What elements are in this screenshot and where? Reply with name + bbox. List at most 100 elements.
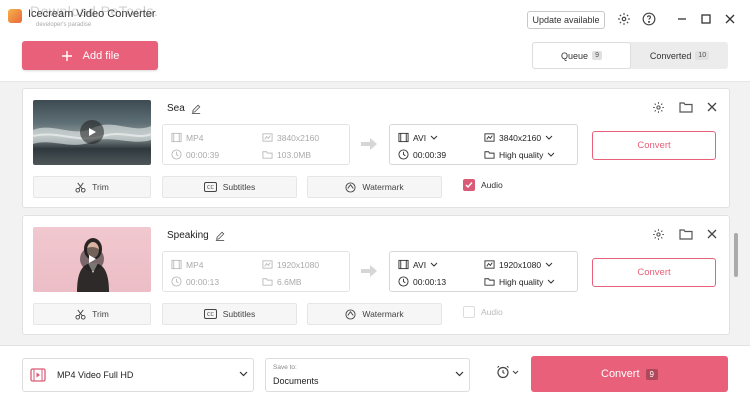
folder-icon	[262, 151, 273, 159]
tab-queue[interactable]: Queue 9	[532, 42, 631, 69]
chevron-down-icon	[548, 279, 555, 284]
open-folder-icon[interactable]	[678, 226, 694, 242]
remove-file-close-icon[interactable]	[704, 226, 720, 242]
add-file-label: Add file	[82, 49, 120, 62]
save-to-dropdown[interactable]: Save to: Documents	[265, 358, 470, 392]
convert-file-button[interactable]: Convert	[592, 131, 716, 160]
trim-button[interactable]: Trim	[33, 303, 151, 325]
watermark-icon	[345, 308, 356, 320]
edit-pencil-icon[interactable]	[191, 104, 201, 114]
help-icon[interactable]	[640, 10, 658, 28]
trim-label: Trim	[92, 182, 109, 192]
play-icon[interactable]	[80, 247, 104, 271]
convert-file-button[interactable]: Convert	[592, 258, 716, 287]
audio-label: Audio	[481, 307, 503, 317]
top-toolbar: Add file Queue 9 Converted 10	[0, 38, 750, 82]
chevron-down-icon	[545, 135, 553, 140]
output-quality: High quality	[499, 276, 544, 287]
source-format: MP4	[186, 259, 204, 270]
video-thumbnail[interactable]	[33, 100, 151, 165]
close-window-icon[interactable]	[721, 10, 739, 28]
output-format: AVI	[413, 132, 427, 143]
title-bar: Icecream Video Converter developer's par…	[0, 0, 750, 38]
film-icon	[171, 259, 182, 270]
video-preset-icon	[30, 368, 46, 382]
scrollbar-thumb[interactable]	[734, 233, 738, 277]
play-icon[interactable]	[80, 120, 104, 144]
output-format: AVI	[413, 259, 427, 270]
file-card: Sea MP4 3840x2160 00:00:39 103.0MB AVI 3…	[22, 88, 730, 208]
trim-button[interactable]: Trim	[33, 176, 151, 198]
watermark-button[interactable]: Watermark	[307, 176, 442, 198]
file-settings-gear-icon[interactable]	[650, 99, 666, 115]
open-folder-icon[interactable]	[678, 99, 694, 115]
queue-converted-tabs: Queue 9 Converted 10	[532, 42, 728, 69]
file-settings-gear-icon[interactable]	[650, 226, 666, 242]
tab-converted[interactable]: Converted 10	[631, 42, 728, 69]
settings-gear-icon[interactable]	[615, 10, 633, 28]
watermark-button[interactable]: Watermark	[307, 303, 442, 325]
app-subtitle: developer's paradise	[36, 22, 92, 28]
plus-icon	[61, 50, 72, 61]
output-quality-dropdown[interactable]: High quality	[484, 276, 555, 287]
chevron-down-icon	[545, 262, 553, 267]
add-file-button[interactable]: Add file	[22, 41, 158, 70]
tab-converted-label: Converted	[649, 50, 692, 61]
source-size: 6.6MB	[277, 276, 302, 287]
format-preset-dropdown[interactable]: MP4 Video Full HD	[22, 358, 254, 392]
source-info-box: MP4 1920x1080 00:00:13 6.6MB	[162, 251, 350, 292]
source-duration: 00:00:13	[186, 276, 220, 287]
schedule-alarm-button[interactable]	[496, 365, 519, 379]
output-duration: 00:00:13	[413, 276, 447, 287]
subtitles-button[interactable]: CC Subtitles	[162, 176, 297, 198]
folder-icon	[484, 278, 495, 286]
output-resolution: 1920x1080	[499, 259, 542, 270]
watermark-label: Watermark	[362, 182, 404, 192]
output-resolution-dropdown[interactable]: 3840x2160	[484, 132, 553, 143]
clock-icon	[398, 149, 409, 160]
convert-all-button[interactable]: Convert 9	[531, 356, 728, 392]
film-icon	[171, 132, 182, 143]
svg-text:CC: CC	[207, 185, 214, 191]
queue-count-badge: 9	[592, 51, 602, 60]
output-quality: High quality	[499, 149, 544, 160]
chevron-down-icon	[455, 371, 464, 377]
folder-icon	[262, 278, 273, 286]
watermark-icon	[345, 181, 356, 193]
convert-count-badge: 9	[645, 368, 658, 380]
subtitles-button[interactable]: CC Subtitles	[162, 303, 297, 325]
resolution-icon	[262, 260, 273, 269]
audio-toggle[interactable]: Audio	[463, 306, 503, 318]
remove-file-close-icon[interactable]	[704, 99, 720, 115]
file-name: Speaking	[167, 230, 225, 241]
output-format-dropdown[interactable]: AVI	[398, 259, 438, 270]
tab-queue-label: Queue	[561, 50, 589, 61]
resolution-icon	[484, 133, 495, 142]
video-thumbnail[interactable]	[33, 227, 151, 292]
format-preset-label: MP4 Video Full HD	[57, 370, 134, 380]
output-format-dropdown[interactable]: AVI	[398, 132, 438, 143]
chevron-down-icon	[512, 370, 519, 374]
edit-pencil-icon[interactable]	[215, 231, 225, 241]
bottom-bar: MP4 Video Full HD Save to: Documents Con…	[0, 345, 750, 408]
source-resolution: 3840x2160	[277, 132, 320, 143]
subtitles-label: Subtitles	[222, 182, 256, 192]
audio-checkbox[interactable]	[463, 179, 475, 191]
app-logo-icon	[8, 9, 22, 23]
output-resolution-dropdown[interactable]: 1920x1080	[484, 259, 553, 270]
source-resolution: 1920x1080	[277, 259, 320, 270]
audio-checkbox[interactable]	[463, 306, 475, 318]
maximize-icon[interactable]	[697, 10, 715, 28]
output-quality-dropdown[interactable]: High quality	[484, 149, 555, 160]
audio-label: Audio	[481, 180, 503, 190]
trim-label: Trim	[92, 309, 109, 319]
source-size: 103.0MB	[277, 149, 312, 160]
save-to-label: Save to:	[273, 364, 297, 371]
audio-toggle[interactable]: Audio	[463, 179, 503, 191]
file-name-text: Speaking	[167, 230, 209, 241]
minimize-icon[interactable]	[673, 10, 691, 28]
subtitles-label: Subtitles	[222, 309, 256, 319]
convert-all-label: Convert	[601, 368, 640, 380]
clock-icon	[171, 149, 182, 160]
update-available-button[interactable]: Update available	[527, 11, 605, 29]
